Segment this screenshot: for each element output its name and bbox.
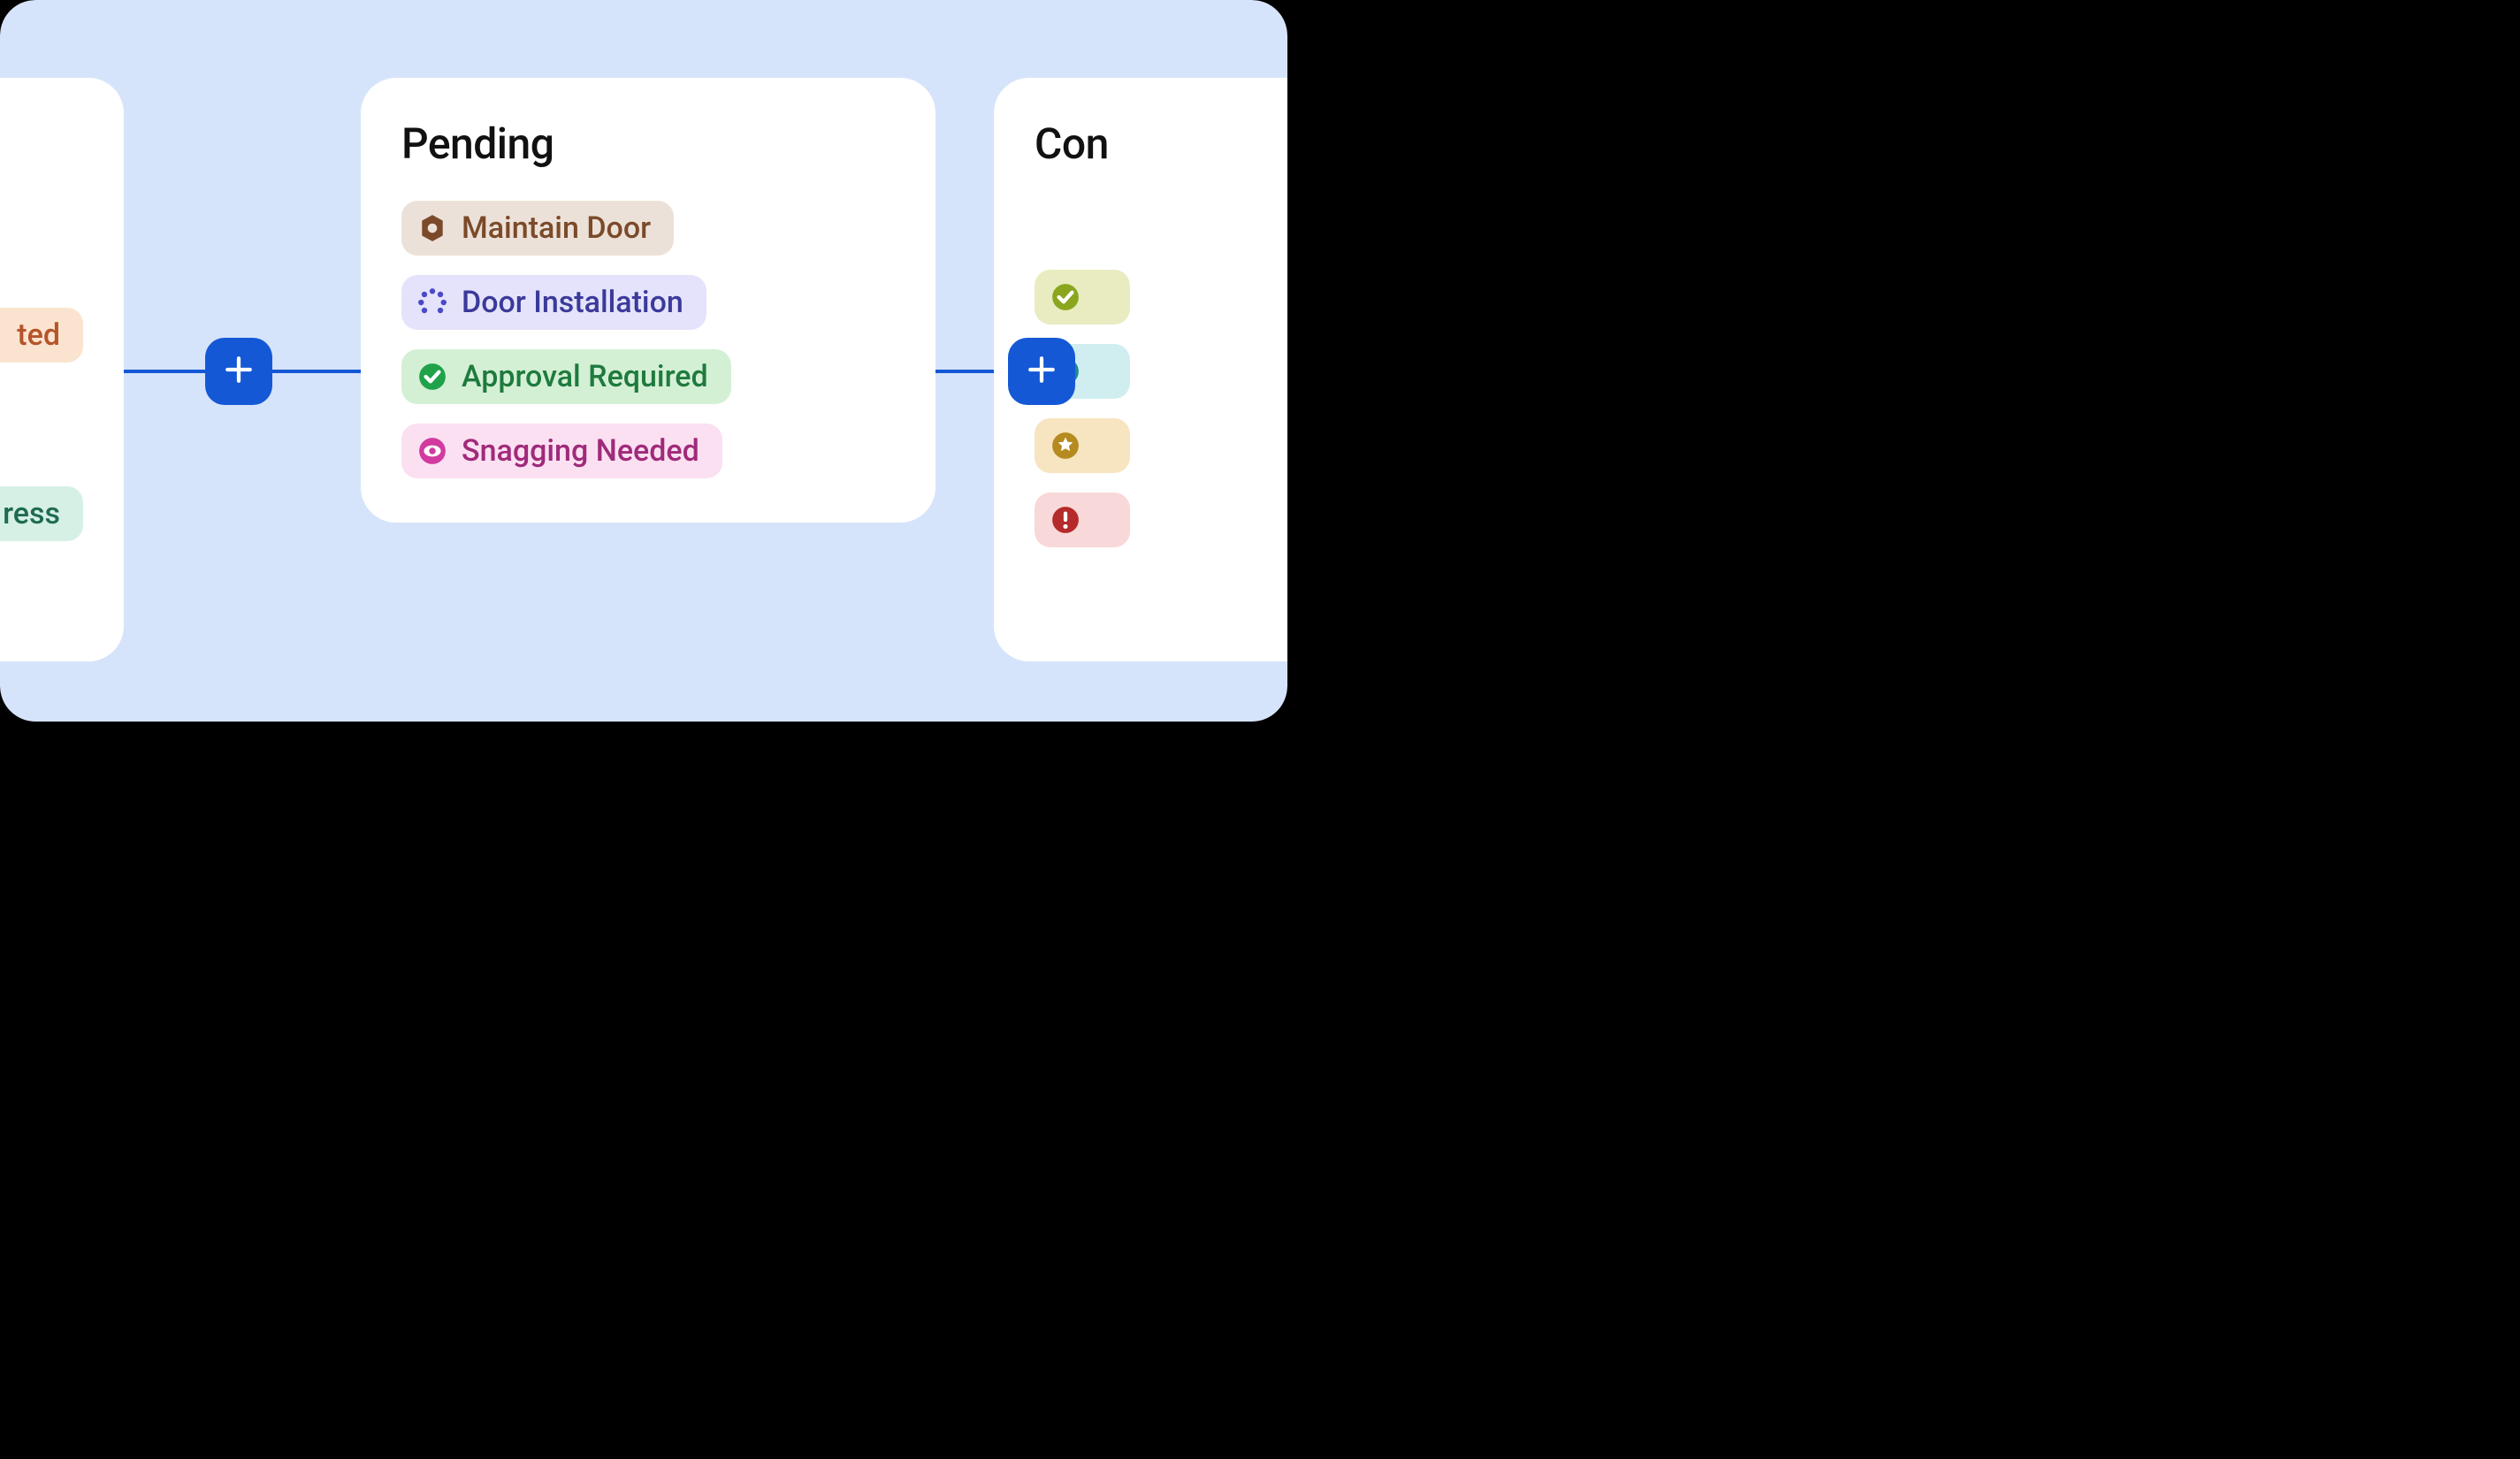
tag-label: Maintain Door [462,213,651,243]
status-tag[interactable] [1035,418,1130,473]
viewport: ted ress Pending Maintain Door [0,0,1287,722]
tag-list: ted ress [0,308,83,541]
status-tag[interactable] [1035,270,1130,325]
status-tag-approval-required[interactable]: Approval Required [401,349,731,404]
add-stage-button-left[interactable] [205,338,272,405]
tag-label: Snagging Needed [462,436,699,466]
star-circle-icon [1050,431,1081,461]
status-tag-snagging-needed[interactable]: Snagging Needed [401,424,722,478]
alert-circle-icon [1050,505,1081,535]
stage-card-pending: Pending Maintain Door Door Installation [361,78,935,523]
status-tag[interactable]: ress [0,486,83,541]
nut-icon [417,213,447,243]
tag-list [1035,270,1287,547]
check-circle-icon [417,362,447,392]
tag-label: Approval Required [462,362,708,392]
status-tag-maintain-door[interactable]: Maintain Door [401,201,674,256]
tag-label: ress [3,499,60,529]
status-tag[interactable]: ted [0,308,83,363]
status-tag-door-installation[interactable]: Door Installation [401,275,706,330]
spinner-icon [417,287,447,317]
tag-label: ted [17,320,60,350]
workflow-stage: ted ress Pending Maintain Door [0,0,1287,722]
tag-label: Door Installation [462,287,683,317]
eye-icon [417,436,447,466]
stage-title: Pending [401,118,895,169]
plus-icon [1027,355,1057,388]
add-stage-button-right[interactable] [1008,338,1075,405]
tag-list: Maintain Door Door Installation Approval… [401,201,895,478]
stage-title: Con [1035,118,1287,169]
status-tag[interactable] [1035,493,1130,547]
plus-icon [224,355,254,388]
check-circle-icon [1050,282,1081,312]
stage-card-previous: ted ress [0,78,124,661]
